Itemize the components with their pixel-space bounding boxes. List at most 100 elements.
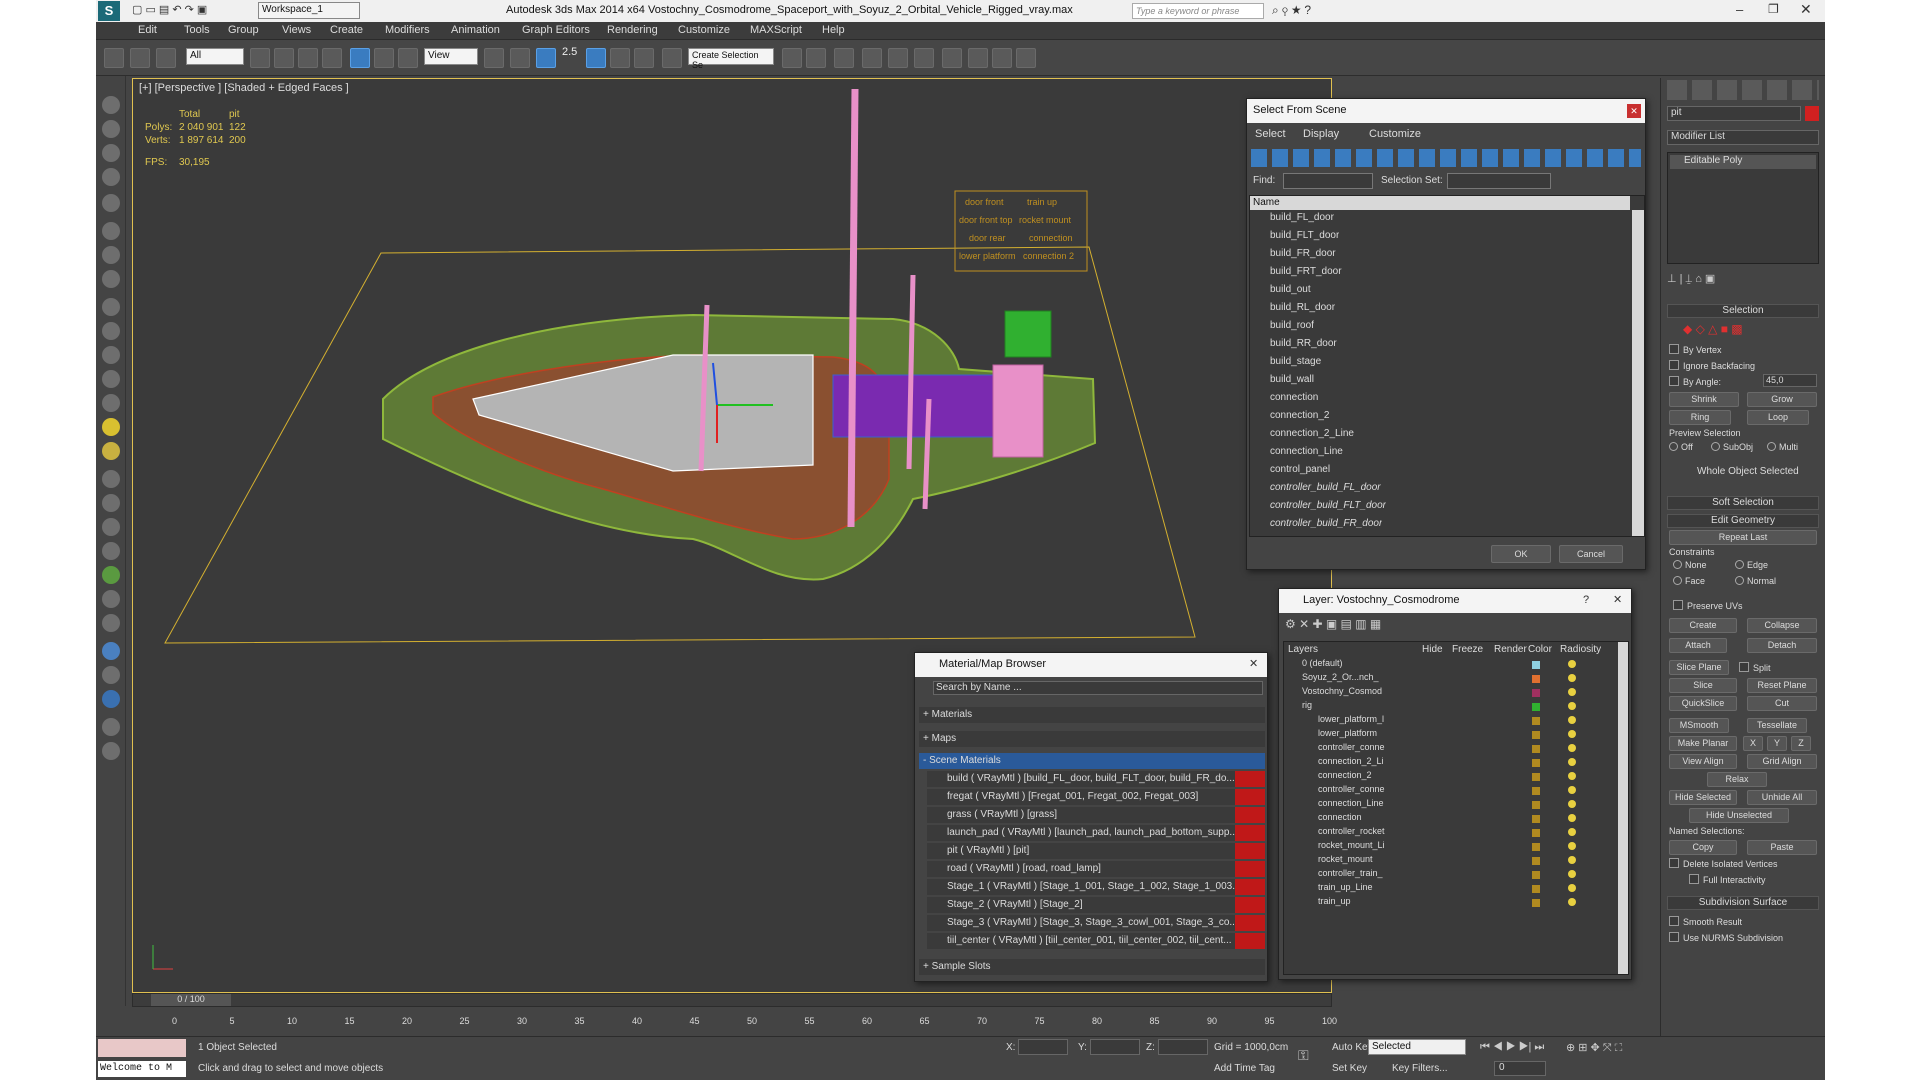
radiosity-icon[interactable] — [1568, 688, 1576, 696]
key-filters-button[interactable]: Key Filters... — [1392, 1063, 1448, 1074]
section-sample-slots[interactable]: + Sample Slots — [919, 959, 1265, 975]
app-logo-icon[interactable]: S — [98, 1, 120, 21]
menu-maxscript[interactable]: MAXScript — [750, 24, 802, 36]
layer-color-swatch[interactable] — [1532, 731, 1540, 739]
edit-named-sel-icon[interactable] — [662, 48, 682, 68]
list-item[interactable]: build_FRT_door — [1252, 266, 1342, 284]
infocenter-icons[interactable]: ⌕ ⚲ ★ ? — [1272, 3, 1311, 18]
rendered-frame-icon[interactable] — [992, 48, 1012, 68]
teapot-icon[interactable] — [102, 96, 120, 114]
select-move-icon[interactable] — [350, 48, 370, 68]
ss-scrollbar[interactable] — [1632, 210, 1644, 536]
curve-editor-icon[interactable] — [888, 48, 908, 68]
layer-name[interactable]: lower_platform_l — [1318, 714, 1384, 724]
menu-edit[interactable]: Edit — [138, 24, 157, 36]
box-icon[interactable] — [102, 144, 120, 162]
selection-filter-select[interactable]: All — [186, 48, 244, 65]
list-item[interactable]: build_wall — [1252, 374, 1314, 392]
menu-tools[interactable]: Tools — [184, 24, 210, 36]
table-row[interactable]: train_up_Line — [1284, 882, 1614, 896]
layer-name[interactable]: controller_conne — [1318, 742, 1385, 752]
ss-col-name[interactable]: Name — [1250, 196, 1630, 210]
menu-animation[interactable]: Animation — [451, 24, 500, 36]
table-row[interactable]: 0 (default) — [1284, 658, 1614, 672]
list-item[interactable]: control_panel — [1252, 464, 1330, 482]
unlink-icon[interactable] — [130, 48, 150, 68]
maxscript-welcome[interactable]: Welcome to M — [98, 1061, 186, 1077]
list-item[interactable]: build_RL_door — [1252, 302, 1335, 320]
layer-manager-icon[interactable] — [834, 48, 854, 68]
table-row[interactable]: rocket_mount — [1284, 854, 1614, 868]
use-nurms-check[interactable]: Use NURMS Subdivision — [1669, 932, 1783, 943]
render-production-icon[interactable] — [1016, 48, 1036, 68]
torus-icon[interactable] — [102, 370, 120, 388]
table-row[interactable]: connection — [1284, 812, 1614, 826]
radiosity-icon[interactable] — [1568, 884, 1576, 892]
camera-icon[interactable] — [102, 222, 120, 240]
loop-button[interactable]: Loop — [1747, 410, 1809, 425]
radiosity-icon[interactable] — [1568, 842, 1576, 850]
maxscript-listener-input[interactable] — [98, 1039, 186, 1057]
preserve-uvs-check[interactable]: Preserve UVs — [1673, 600, 1743, 611]
cloth-icon[interactable] — [102, 542, 120, 560]
layer-color-swatch[interactable] — [1532, 885, 1540, 893]
ss-menu-select[interactable]: Select — [1255, 128, 1286, 140]
key-mode-select[interactable]: Selected — [1368, 1039, 1466, 1055]
pivot-center-icon[interactable] — [484, 48, 504, 68]
layer-scrollbar[interactable] — [1618, 642, 1628, 974]
light-icon[interactable] — [102, 194, 120, 212]
radiosity-icon[interactable] — [1568, 814, 1576, 822]
radiosity-icon[interactable] — [1568, 856, 1576, 864]
ss-list[interactable]: Name build_FL_door build_FLT_door build_… — [1249, 195, 1645, 537]
table-row[interactable]: Soyuz_2_Or...nch_ — [1284, 672, 1614, 686]
layer-name[interactable]: train_up — [1318, 896, 1351, 906]
scene-icon[interactable] — [102, 666, 120, 684]
layer-color-swatch[interactable] — [1532, 787, 1540, 795]
spinner-snap-icon[interactable] — [634, 48, 654, 68]
set-key-button[interactable]: Set Key — [1332, 1063, 1367, 1074]
radiosity-icon[interactable] — [1568, 674, 1576, 682]
menu-rendering[interactable]: Rendering — [607, 24, 658, 36]
ss-find-input[interactable] — [1283, 173, 1373, 189]
delete-isolated-check[interactable]: Delete Isolated Vertices — [1669, 858, 1778, 869]
command-panel-tabs[interactable] — [1667, 80, 1819, 100]
object-name-input[interactable]: pit — [1667, 106, 1801, 121]
list-item[interactable]: connection — [1252, 392, 1318, 410]
subobject-icons[interactable]: ◆ ◇ △ ■ ▩ — [1683, 322, 1793, 336]
menu-views[interactable]: Views — [282, 24, 311, 36]
repeat-last-button[interactable]: Repeat Last — [1669, 530, 1817, 545]
layer-color-swatch[interactable] — [1532, 689, 1540, 697]
rollout-selection[interactable]: Selection — [1667, 304, 1819, 318]
radiosity-icon[interactable] — [1568, 730, 1576, 738]
layer-name[interactable]: lower_platform — [1318, 728, 1377, 738]
layer-color-swatch[interactable] — [1532, 759, 1540, 767]
radiosity-icon[interactable] — [1568, 660, 1576, 668]
layer-color-swatch[interactable] — [1532, 801, 1540, 809]
layer-name[interactable]: rig — [1302, 700, 1312, 710]
reset-plane-button[interactable]: Reset Plane — [1747, 678, 1817, 693]
slice-plane-button[interactable]: Slice Plane — [1669, 660, 1729, 675]
split-check[interactable]: Split — [1739, 662, 1771, 673]
layer-color-swatch[interactable] — [1532, 899, 1540, 907]
table-row[interactable]: controller_conne — [1284, 742, 1614, 756]
infocenter-search-input[interactable]: Type a keyword or phrase — [1132, 3, 1264, 19]
list-item[interactable]: build ( VRayMtl ) [build_FL_door, build_… — [927, 771, 1265, 787]
smooth-result-check[interactable]: Smooth Result — [1669, 916, 1742, 927]
stack-editable-poly[interactable]: Editable Poly — [1670, 155, 1816, 169]
collapse-button[interactable]: Collapse — [1747, 618, 1817, 633]
snap-toggle-icon[interactable]: 2.5 — [562, 46, 577, 58]
tessellate-button[interactable]: Tessellate — [1747, 718, 1807, 733]
ss-menu-customize[interactable]: Customize — [1369, 128, 1421, 140]
list-item[interactable]: Stage_1 ( VRayMtl ) [Stage_1_001, Stage_… — [927, 879, 1265, 895]
radiosity-icon[interactable] — [1568, 702, 1576, 710]
nav-controls[interactable]: ⊕ ⊞ ✥ ⤧ ⛶ — [1566, 1041, 1622, 1055]
maximize-button[interactable]: ❐ — [1768, 2, 1779, 16]
list-item[interactable]: build_RR_door — [1252, 338, 1337, 356]
foliage-icon[interactable] — [102, 566, 120, 584]
radiosity-icon[interactable] — [1568, 758, 1576, 766]
current-frame-input[interactable]: 0 — [1494, 1061, 1546, 1076]
rollout-subdivision-surface[interactable]: Subdivision Surface — [1667, 896, 1819, 910]
quickslice-button[interactable]: QuickSlice — [1669, 696, 1737, 711]
constraint-face-radio[interactable]: Face — [1673, 576, 1705, 586]
list-item[interactable]: fregat ( VRayMtl ) [Fregat_001, Fregat_0… — [927, 789, 1265, 805]
